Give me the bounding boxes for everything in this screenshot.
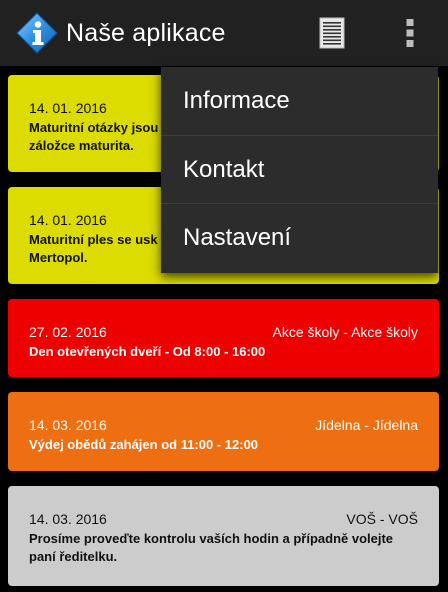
- card-message: Prosíme proveďte kontrolu vaších hodin a…: [29, 531, 394, 564]
- card-date: 14. 03. 2016: [29, 417, 107, 433]
- news-card[interactable]: 14. 03. 2016 VOŠ - VOŠ Prosíme proveďte …: [8, 486, 439, 586]
- action-bar: Naše aplikace: [0, 0, 448, 66]
- news-card[interactable]: 27. 02. 2016 Akce školy - Akce školy Den…: [8, 299, 439, 377]
- card-category: Jídelna - Jídelna: [315, 417, 418, 433]
- card-date: 27. 02. 2016: [29, 324, 107, 340]
- menu-item-nastaveni[interactable]: Nastavení: [161, 203, 438, 271]
- overflow-menu-icon: [406, 19, 414, 47]
- card-message: Výdej obědů zahájen od 11:00 - 12:00: [29, 437, 259, 452]
- card-header: 14. 03. 2016 VOŠ - VOŠ: [29, 510, 418, 528]
- info-diamond-icon[interactable]: [16, 12, 58, 54]
- list-button[interactable]: [304, 0, 360, 66]
- card-header: 27. 02. 2016 Akce školy - Akce školy: [29, 323, 418, 341]
- app-title: Naše aplikace: [66, 19, 226, 47]
- card-category: Akce školy - Akce školy: [272, 324, 419, 340]
- menu-item-informace[interactable]: Informace: [161, 67, 438, 135]
- app-screen: Naše aplikace 14. 01. 2016 Maturitní otá…: [0, 0, 448, 592]
- overflow-menu: Informace Kontakt Nastavení: [161, 67, 438, 273]
- card-date: 14. 01. 2016: [29, 100, 107, 116]
- list-document-icon: [319, 17, 345, 49]
- news-card[interactable]: 14. 03. 2016 Jídelna - Jídelna Výdej obě…: [8, 392, 439, 471]
- card-category: VOŠ - VOŠ: [346, 511, 418, 527]
- card-date: 14. 01. 2016: [29, 212, 107, 228]
- menu-item-kontakt[interactable]: Kontakt: [161, 135, 438, 203]
- overflow-menu-button[interactable]: [386, 0, 434, 66]
- card-message: Den otevřených dveří - Od 8:00 - 16:00: [29, 344, 266, 359]
- card-date: 14. 03. 2016: [29, 511, 107, 527]
- card-header: 14. 03. 2016 Jídelna - Jídelna: [29, 416, 418, 434]
